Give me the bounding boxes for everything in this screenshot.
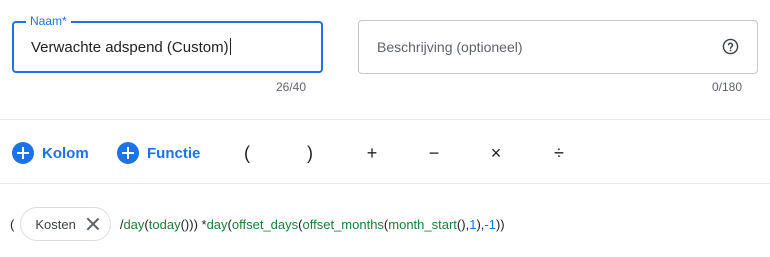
column-chip-kosten[interactable]: Kosten xyxy=(20,207,111,241)
text-cursor xyxy=(229,38,231,55)
description-placeholder: Beschrijving (optioneel) xyxy=(377,39,523,55)
formula-token: ())) * xyxy=(180,216,207,232)
add-circle-icon xyxy=(12,142,34,164)
formula-number: -1 xyxy=(484,216,496,232)
formula-function: offset_days xyxy=(231,216,299,232)
divide-button[interactable]: ÷ xyxy=(545,139,573,167)
name-input-value: Verwachte adspend (Custom) xyxy=(31,39,229,56)
plus-button[interactable]: + xyxy=(358,139,386,167)
formula-token: )) xyxy=(495,216,505,232)
help-circle-icon[interactable] xyxy=(722,38,739,55)
add-circle-icon xyxy=(117,142,139,164)
name-char-counter: 26/40 xyxy=(275,80,306,94)
add-column-label: Kolom xyxy=(42,144,89,162)
add-function-label: Functie xyxy=(147,144,201,162)
divider xyxy=(0,183,770,184)
chip-label: Kosten xyxy=(35,216,76,232)
add-function-button[interactable]: Functie xyxy=(117,139,200,167)
name-input[interactable]: Verwachte adspend (Custom) xyxy=(31,38,231,56)
name-field-label: Naam* xyxy=(26,14,71,28)
formula-token: (), xyxy=(456,216,470,232)
formula-number: 1 xyxy=(469,216,477,232)
formula-function: day xyxy=(123,216,145,232)
formula-function: offset_months xyxy=(302,216,384,232)
formula-function: day xyxy=(206,216,228,232)
multiply-button[interactable]: × xyxy=(482,139,510,167)
close-paren-button[interactable]: ) xyxy=(296,139,324,167)
close-icon[interactable] xyxy=(86,217,100,231)
name-field[interactable]: Naam* Verwachte adspend (Custom) xyxy=(12,14,323,73)
description-char-counter: 0/180 xyxy=(711,80,742,94)
formula-function: month_start xyxy=(388,216,457,232)
formula-editor[interactable]: ( Kosten / day(today())) * day(offset_da… xyxy=(10,207,505,241)
minus-button[interactable]: − xyxy=(420,139,448,167)
formula-open-paren: ( xyxy=(10,216,15,232)
divider xyxy=(0,119,770,120)
open-paren-button[interactable]: ( xyxy=(233,139,261,167)
formula-token: ), xyxy=(476,216,485,232)
description-field[interactable]: Beschrijving (optioneel) xyxy=(358,20,758,74)
formula-function: today xyxy=(148,216,181,232)
add-column-button[interactable]: Kolom xyxy=(12,139,89,167)
